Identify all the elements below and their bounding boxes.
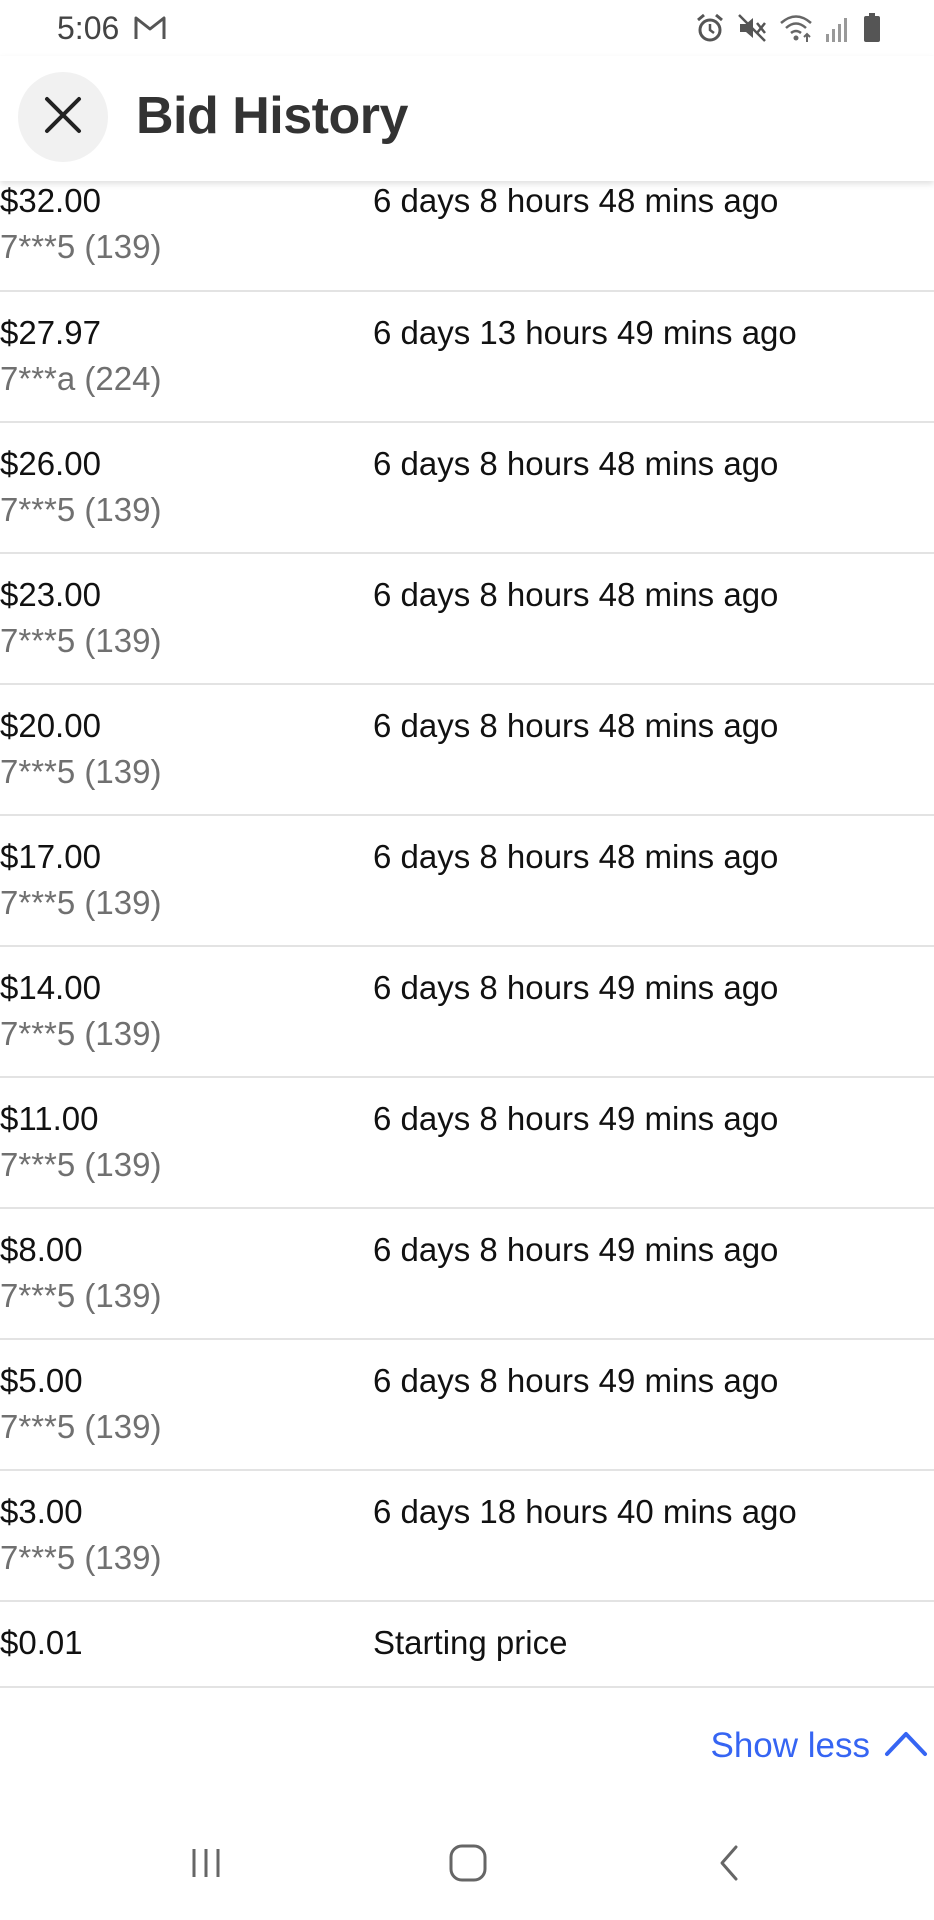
back-button[interactable] (700, 1840, 760, 1890)
bidder-id: 7***5 (139) (0, 753, 162, 790)
bid-time: 6 days 8 hours 48 mins ago (373, 445, 779, 482)
status-time: 5:06 (57, 10, 120, 46)
bidder-id: 7***5 (139) (0, 228, 162, 265)
bid-time: 6 days 8 hours 48 mins ago (373, 576, 779, 613)
bid-time: 6 days 8 hours 49 mins ago (373, 969, 779, 1006)
back-icon (710, 1843, 750, 1888)
bid-amount: $17.00 (0, 838, 101, 875)
starting-price-label: Starting price (373, 1624, 568, 1661)
screen: 5:06 Bid History $32.00 7***5 (139) 6 da… (0, 0, 934, 1920)
bid-amount: $32.00 (0, 182, 101, 219)
bid-amount: $11.00 (0, 1100, 99, 1137)
bid-row: $17.00 7***5 (139) 6 days 8 hours 48 min… (0, 816, 934, 947)
bidder-id: 7***5 (139) (0, 884, 162, 921)
bidder-id: 7***5 (139) (0, 1277, 162, 1314)
home-icon (446, 1841, 490, 1890)
chevron-up-icon (884, 1726, 928, 1766)
bidder-id: 7***5 (139) (0, 1146, 162, 1183)
bidder-id: 7***5 (139) (0, 1015, 162, 1052)
wifi-icon (778, 12, 814, 44)
signal-icon (824, 12, 852, 44)
close-icon (43, 95, 83, 140)
starting-price-row: $0.01 Starting price (0, 1602, 934, 1688)
mute-icon (736, 12, 768, 44)
bid-row: $27.97 7***a (224) 6 days 13 hours 49 mi… (0, 292, 934, 423)
recent-apps-button[interactable] (176, 1840, 236, 1890)
bid-row: $20.00 7***5 (139) 6 days 8 hours 48 min… (0, 685, 934, 816)
bid-amount: $26.00 (0, 445, 101, 482)
gmail-icon (134, 15, 166, 41)
starting-amount: $0.01 (0, 1624, 83, 1661)
bid-row: $23.00 7***5 (139) 6 days 8 hours 48 min… (0, 554, 934, 685)
bidder-id: 7***5 (139) (0, 491, 162, 528)
show-less-label: Show less (710, 1726, 870, 1765)
battery-icon (862, 12, 882, 44)
bid-time: 6 days 8 hours 49 mins ago (373, 1231, 779, 1268)
close-button[interactable] (18, 72, 108, 162)
bid-row: $8.00 7***5 (139) 6 days 8 hours 49 mins… (0, 1209, 934, 1340)
bid-history-list: $32.00 7***5 (139) 6 days 8 hours 48 min… (0, 160, 934, 1688)
bid-time: 6 days 8 hours 48 mins ago (373, 182, 779, 219)
bid-amount: $20.00 (0, 707, 101, 744)
show-less-button[interactable]: Show less (710, 1726, 928, 1766)
bid-time: 6 days 8 hours 48 mins ago (373, 838, 779, 875)
bidder-id: 7***5 (139) (0, 622, 162, 659)
status-bar: 5:06 (0, 0, 934, 56)
bid-amount: $14.00 (0, 969, 101, 1006)
recent-apps-icon (186, 1843, 226, 1888)
bid-row: $5.00 7***5 (139) 6 days 8 hours 49 mins… (0, 1340, 934, 1471)
status-icons (694, 12, 882, 44)
system-nav-bar (0, 1810, 934, 1920)
bid-amount: $23.00 (0, 576, 101, 613)
app-bar: Bid History (0, 56, 934, 181)
bidder-id: 7***5 (139) (0, 1539, 162, 1576)
bid-amount: $8.00 (0, 1231, 83, 1268)
bidder-id: 7***5 (139) (0, 1408, 162, 1445)
bid-amount: $5.00 (0, 1362, 83, 1399)
bid-row: $3.00 7***5 (139) 6 days 18 hours 40 min… (0, 1471, 934, 1602)
home-button[interactable] (438, 1840, 498, 1890)
bid-time: 6 days 8 hours 48 mins ago (373, 707, 779, 744)
alarm-icon (694, 12, 726, 44)
bid-time: 6 days 13 hours 49 mins ago (373, 314, 797, 351)
bid-amount: $3.00 (0, 1493, 83, 1530)
bid-time: 6 days 8 hours 49 mins ago (373, 1362, 779, 1399)
bidder-id: 7***a (224) (0, 360, 162, 397)
bid-row: $26.00 7***5 (139) 6 days 8 hours 48 min… (0, 423, 934, 554)
bid-row: $14.00 7***5 (139) 6 days 8 hours 49 min… (0, 947, 934, 1078)
bid-amount: $27.97 (0, 314, 101, 351)
bid-row: $11.00 7***5 (139) 6 days 8 hours 49 min… (0, 1078, 934, 1209)
bid-time: 6 days 18 hours 40 mins ago (373, 1493, 797, 1530)
page-title: Bid History (136, 87, 408, 145)
bid-time: 6 days 8 hours 49 mins ago (373, 1100, 779, 1137)
